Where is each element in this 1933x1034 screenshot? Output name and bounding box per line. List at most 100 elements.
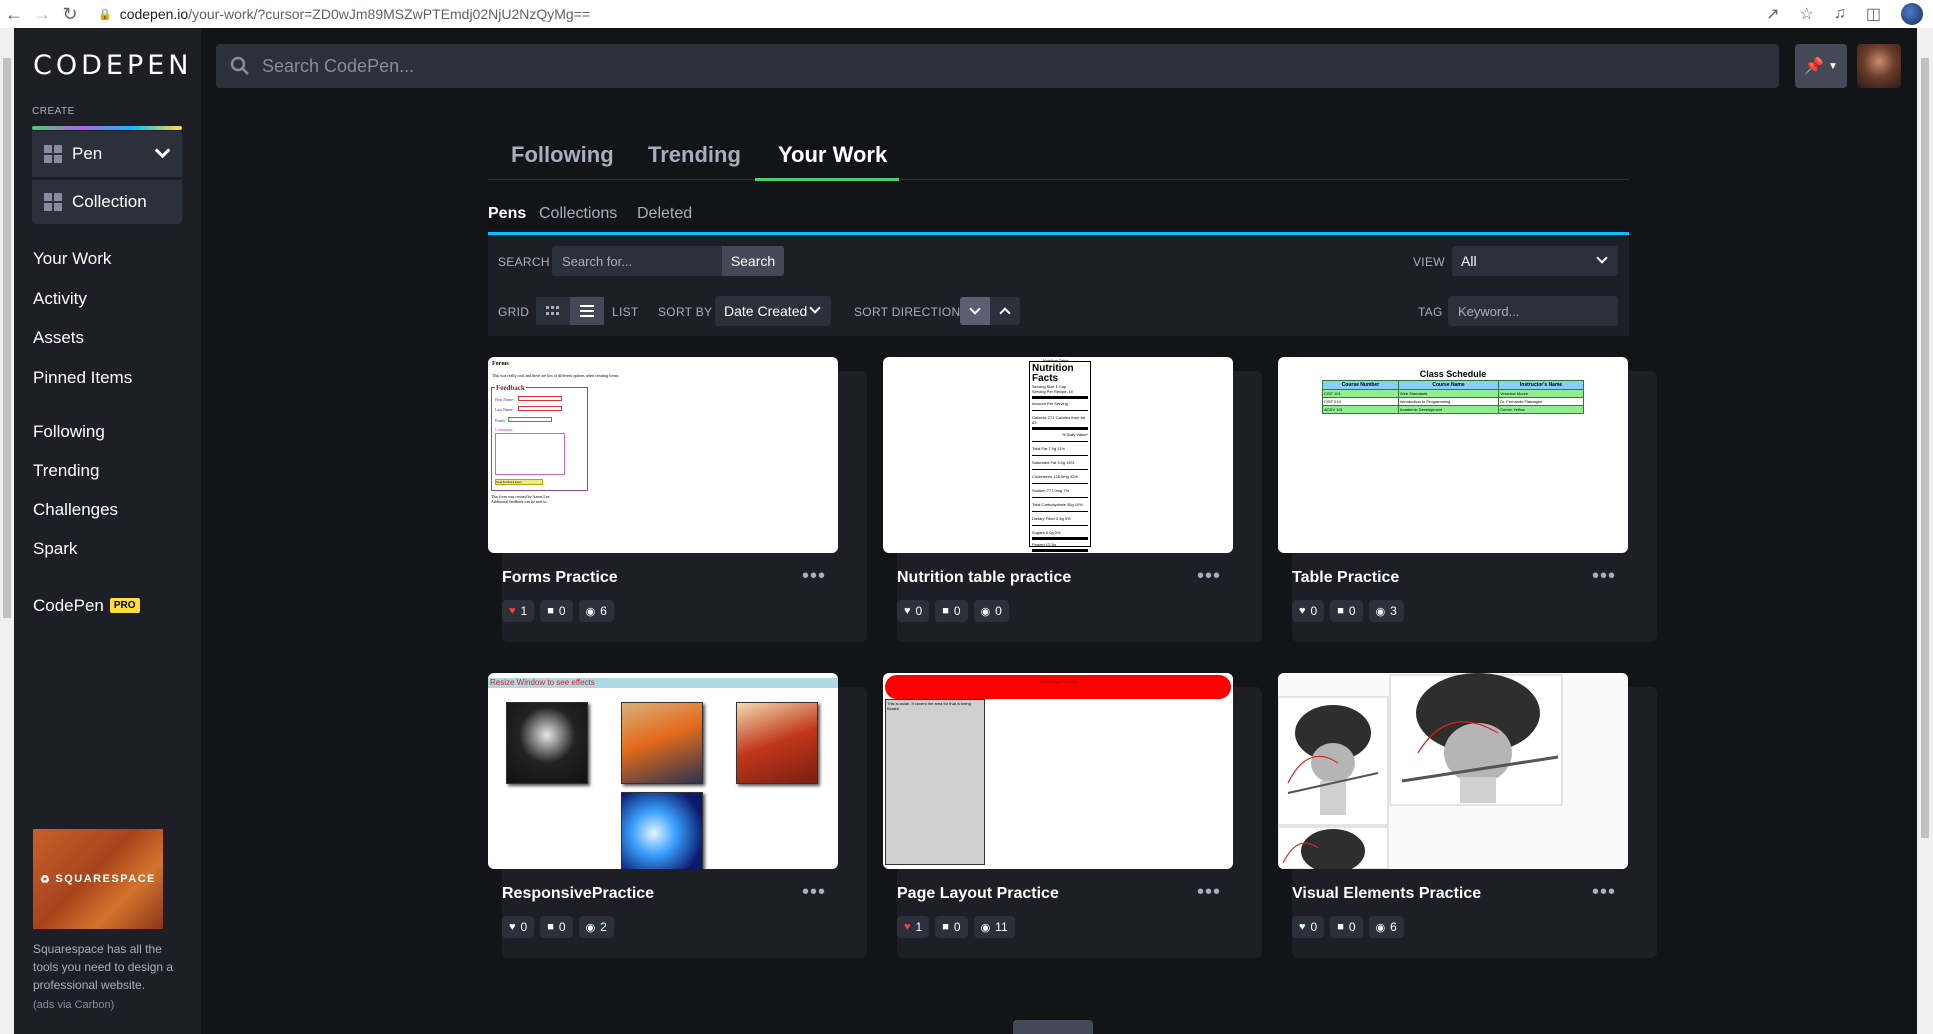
subtab-collections[interactable]: Collections bbox=[539, 205, 617, 223]
sidebar-link-your-work[interactable]: Your Work bbox=[33, 249, 111, 269]
more-options-icon[interactable]: ••• bbox=[802, 882, 826, 902]
sidebar-link-challenges[interactable]: Challenges bbox=[33, 500, 118, 520]
share-icon[interactable]: ↗ bbox=[1766, 4, 1779, 24]
grid-label: GRID bbox=[498, 305, 530, 319]
pen-preview[interactable] bbox=[1278, 673, 1628, 869]
sidebar-link-activity[interactable]: Activity bbox=[33, 289, 87, 309]
comment-button[interactable]: ■ 0 bbox=[540, 916, 573, 938]
pen-search-button[interactable]: Search bbox=[722, 246, 784, 276]
pen-preview[interactable]: Forms This was really cool and there are… bbox=[488, 357, 838, 553]
media-icon[interactable]: ♫ bbox=[1834, 5, 1846, 23]
sort-descending-button[interactable] bbox=[960, 297, 990, 325]
subtab-deleted[interactable]: Deleted bbox=[637, 205, 692, 223]
comment-button[interactable]: ■ 0 bbox=[1330, 600, 1363, 622]
preview-row: Dietary Fiber 0.5g 3% bbox=[1032, 516, 1071, 521]
like-button[interactable]: ♥ 1 bbox=[502, 600, 535, 622]
pen-preview[interactable]: Class Schedule Course Number Course Name I… bbox=[1278, 357, 1628, 553]
ad-text[interactable]: Squarespace has all the tools you need t… bbox=[33, 940, 183, 994]
chevron-down-icon bbox=[809, 302, 821, 314]
user-avatar[interactable] bbox=[1857, 44, 1901, 88]
heart-icon: ♥ bbox=[509, 605, 516, 617]
like-button[interactable]: ♥ 0 bbox=[897, 600, 930, 622]
like-button[interactable]: ♥ 0 bbox=[1292, 916, 1325, 938]
pen-title[interactable]: Visual Elements Practice bbox=[1292, 885, 1481, 903]
sidepanel-icon[interactable]: ◫ bbox=[1866, 4, 1881, 24]
preview-label: Comments: bbox=[495, 427, 514, 432]
profile-avatar[interactable] bbox=[1901, 3, 1923, 25]
filter-controls: SEARCH Search VIEW All GRID LIST SORT BY… bbox=[488, 235, 1629, 336]
forward-icon[interactable]: → bbox=[28, 4, 56, 25]
pen-preview[interactable]: Introducing the cards This is aside. It … bbox=[883, 673, 1233, 869]
views-button[interactable]: ◉ 2 bbox=[578, 916, 614, 938]
pro-badge: PRO bbox=[109, 598, 140, 613]
preview-label: First Name: bbox=[495, 397, 514, 402]
comment-button[interactable]: ■ 0 bbox=[540, 600, 573, 622]
global-search-bar[interactable] bbox=[216, 44, 1779, 88]
sidebar-link-trending[interactable]: Trending bbox=[33, 461, 99, 481]
more-options-icon[interactable]: ••• bbox=[1592, 566, 1616, 586]
bookmark-star-icon[interactable]: ☆ bbox=[1800, 4, 1814, 24]
views-button[interactable]: ◉ 3 bbox=[1368, 600, 1404, 622]
pen-title[interactable]: Table Practice bbox=[1292, 569, 1399, 587]
sidebar-link-codepen-pro[interactable]: CodePen PRO bbox=[33, 596, 140, 616]
comment-button[interactable]: ■ 0 bbox=[1330, 916, 1363, 938]
more-options-icon[interactable]: ••• bbox=[1592, 882, 1616, 902]
codepen-logo[interactable]: CODEPEN bbox=[33, 50, 193, 81]
sort-ascending-button[interactable] bbox=[990, 297, 1020, 325]
comment-icon: ■ bbox=[547, 605, 554, 617]
tag-keyword-input[interactable] bbox=[1448, 296, 1618, 326]
more-options-icon[interactable]: ••• bbox=[802, 566, 826, 586]
pen-preview[interactable]: Resize Window to see effects bbox=[488, 673, 838, 869]
like-count: 0 bbox=[915, 604, 923, 618]
more-options-icon[interactable]: ••• bbox=[1197, 882, 1221, 902]
tab-following[interactable]: Following bbox=[511, 142, 614, 168]
views-button[interactable]: ◉ 11 bbox=[973, 916, 1015, 938]
load-more-button[interactable] bbox=[1013, 1020, 1093, 1034]
views-button[interactable]: ◉ 6 bbox=[578, 600, 614, 622]
view-select[interactable]: All bbox=[1452, 246, 1618, 276]
subtab-pens[interactable]: Pens bbox=[488, 205, 526, 223]
pen-title[interactable]: Nutrition table practice bbox=[897, 569, 1071, 587]
pen-card: Visual Elements Practice ••• ♥ 0 ■ 0 ◉ 6 bbox=[1278, 673, 1657, 958]
ad-via-link[interactable]: (ads via Carbon) bbox=[33, 999, 114, 1011]
views-button[interactable]: ◉ 0 bbox=[973, 600, 1009, 622]
create-collection-button[interactable]: Collection bbox=[32, 180, 182, 224]
address-bar[interactable]: 🔒 codepen.io/your-work/?cursor=ZD0wJm89M… bbox=[98, 6, 590, 22]
tab-trending[interactable]: Trending bbox=[648, 142, 741, 168]
like-button[interactable]: ♥ 0 bbox=[502, 916, 535, 938]
comment-button[interactable]: ■ 0 bbox=[935, 916, 968, 938]
back-icon[interactable]: ← bbox=[0, 4, 28, 25]
views-button[interactable]: ◉ 6 bbox=[1368, 916, 1404, 938]
pen-title[interactable]: Page Layout Practice bbox=[897, 885, 1059, 903]
pen-title[interactable]: ResponsivePractice bbox=[502, 885, 654, 903]
left-scrollbar[interactable] bbox=[0, 28, 14, 1034]
sidebar-link-assets[interactable]: Assets bbox=[33, 328, 84, 348]
page-scrollbar[interactable] bbox=[1917, 28, 1933, 1034]
pen-search-input[interactable] bbox=[552, 246, 722, 276]
grid-view-button[interactable] bbox=[536, 297, 570, 325]
tab-your-work[interactable]: Your Work bbox=[778, 142, 887, 168]
more-options-icon[interactable]: ••• bbox=[1197, 566, 1221, 586]
list-view-button[interactable] bbox=[570, 297, 604, 325]
pen-title[interactable]: Forms Practice bbox=[502, 569, 618, 587]
ad-image[interactable]: ♻ SQUARESPACE bbox=[33, 829, 163, 929]
comment-icon: ■ bbox=[942, 605, 949, 617]
create-pen-button[interactable]: Pen bbox=[32, 131, 182, 177]
global-search-input[interactable] bbox=[262, 55, 1662, 77]
chevron-down-icon[interactable] bbox=[154, 142, 171, 159]
sort-by-select[interactable]: Date Created bbox=[715, 296, 831, 326]
comment-button[interactable]: ■ 0 bbox=[935, 600, 968, 622]
reload-icon[interactable]: ↻ bbox=[56, 4, 84, 25]
pen-preview[interactable]: Nutrition Table Nutrition Facts Serving … bbox=[883, 357, 1233, 553]
sidebar-link-spark[interactable]: Spark bbox=[33, 539, 77, 559]
url-host: codepen.io bbox=[119, 6, 189, 22]
eye-icon: ◉ bbox=[1375, 921, 1386, 934]
sidebar-link-pinned-items[interactable]: Pinned Items bbox=[33, 368, 132, 388]
eye-icon: ◉ bbox=[980, 605, 991, 618]
sidebar-link-following[interactable]: Following bbox=[33, 422, 105, 442]
like-button[interactable]: ♥ 1 bbox=[897, 916, 930, 938]
pinned-items-button[interactable]: 📌 ▼ bbox=[1795, 44, 1847, 88]
like-button[interactable]: ♥ 0 bbox=[1292, 600, 1325, 622]
ad-brand: SQUARESPACE bbox=[55, 873, 157, 885]
preview-row: Cholesterol 125.0mg 42% bbox=[1032, 474, 1079, 479]
